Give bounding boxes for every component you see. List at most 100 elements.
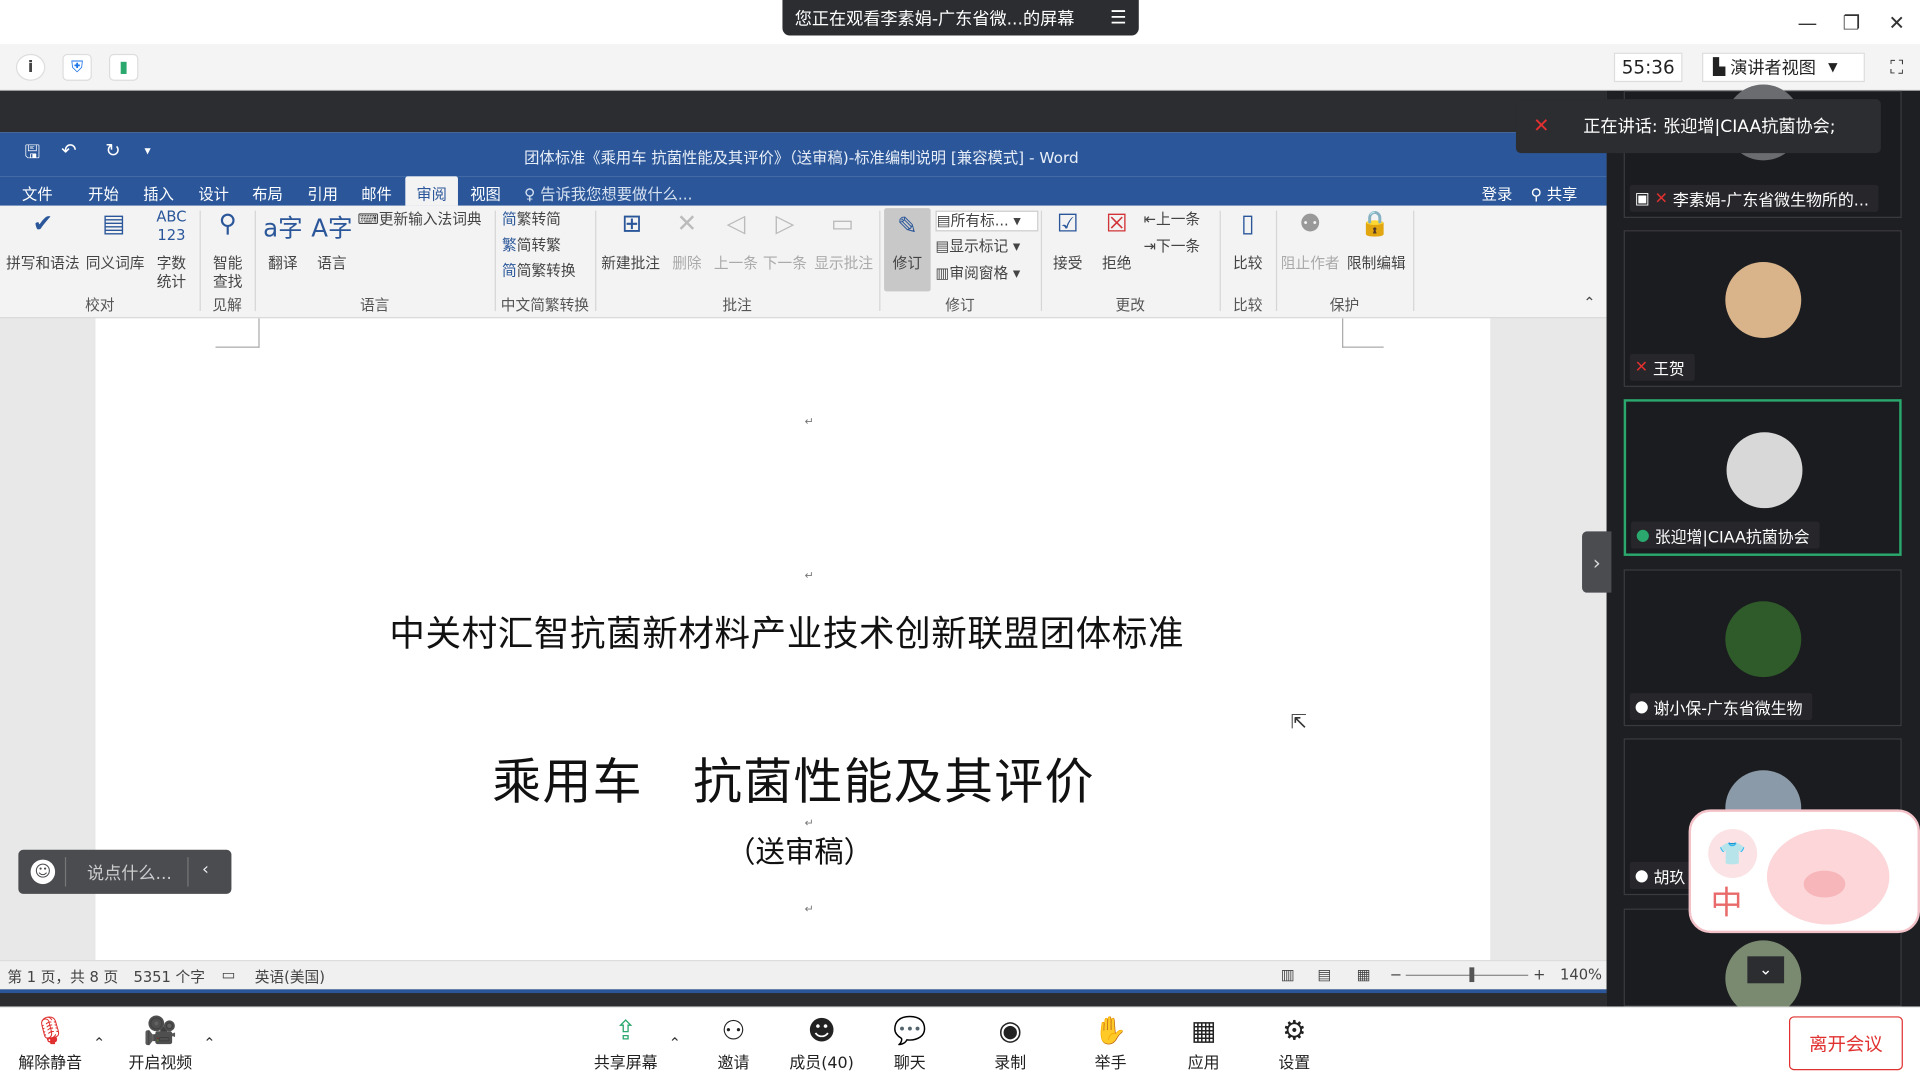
chevron-left-icon[interactable]: ‹ xyxy=(202,860,209,880)
review-pane-button[interactable]: ▥审阅窗格 ▾ xyxy=(936,264,1039,282)
share-screen-button[interactable]: ⇪ 共享屏幕 xyxy=(583,1015,669,1072)
zoom-slider[interactable] xyxy=(1405,974,1529,976)
group-changes: 更改 xyxy=(1115,296,1145,314)
panel-collapse-button[interactable]: › xyxy=(1582,531,1612,593)
menu-icon[interactable]: ☰ xyxy=(1110,6,1126,28)
prev-comment-button[interactable]: 上一条 xyxy=(710,255,761,273)
info-icon[interactable]: i xyxy=(15,53,46,81)
spelling-button[interactable]: 拼写和语法 xyxy=(2,255,83,273)
participant-nametag: ● 谢小保-广东省微生物 xyxy=(1629,693,1813,721)
redo-icon[interactable]: ↻ xyxy=(105,140,120,162)
members-button[interactable]: ☻ 成员(40) xyxy=(779,1015,865,1073)
close-icon[interactable]: ✕ xyxy=(1880,7,1914,36)
participant-tile[interactable]: ✕ 王贺 xyxy=(1623,230,1902,387)
tab-mailings[interactable]: 邮件 xyxy=(361,181,392,204)
tab-file[interactable]: 文件 xyxy=(22,181,53,204)
language-button[interactable]: 语言 xyxy=(311,255,353,273)
tell-me-search[interactable]: ♀ 告诉我您想要做什么... xyxy=(524,181,692,204)
chevron-up-icon[interactable]: ⌃ xyxy=(669,1035,681,1052)
smart-bottom: 查找 xyxy=(213,273,243,291)
video-button[interactable]: 🎥 开启视频 xyxy=(118,1015,204,1072)
participant-tile[interactable]: ● 张迎增|CIAA抗菌协会 xyxy=(1623,399,1902,556)
chevron-up-icon[interactable]: ⌃ xyxy=(203,1035,215,1052)
share-label: 共享 xyxy=(1546,184,1578,204)
restore-icon[interactable]: ❐ xyxy=(1834,7,1868,36)
group-tracking: 修订 xyxy=(945,296,975,314)
block-authors-button[interactable]: 阻止作者 xyxy=(1278,255,1342,273)
share-button[interactable]: ⚲ 共享 xyxy=(1531,181,1578,204)
tab-insert[interactable]: 插入 xyxy=(143,181,174,204)
unmute-button[interactable]: 🎙 解除静音 xyxy=(7,1015,93,1072)
collapse-ribbon-icon[interactable]: ⌃ xyxy=(1580,294,1600,312)
apps-button[interactable]: ▦ 应用 xyxy=(1161,1015,1247,1072)
new-comment-button[interactable]: 新建批注 xyxy=(598,255,664,273)
zoom-slider-thumb[interactable] xyxy=(1469,967,1475,983)
language-status[interactable]: 英语(美国) xyxy=(255,966,325,987)
tab-review[interactable]: 审阅 xyxy=(405,176,458,206)
chevron-down-icon[interactable]: ⌄ xyxy=(1747,956,1785,984)
record-button[interactable]: ◉ 录制 xyxy=(967,1015,1053,1072)
simp-to-trad-button[interactable]: 繁简转繁 xyxy=(502,236,588,254)
reject-button[interactable]: 拒绝 xyxy=(1097,255,1136,273)
login-link[interactable]: 登录 xyxy=(1482,181,1513,204)
show-comments-button[interactable]: 显示批注 xyxy=(811,255,877,273)
page-count[interactable]: 第 1 页，共 8 页 xyxy=(7,966,118,987)
settings-button[interactable]: ⚙ 设置 xyxy=(1251,1015,1337,1072)
undo-icon[interactable]: ↶ xyxy=(61,140,76,162)
prev-change-button[interactable]: ⇤上一条 xyxy=(1144,211,1217,229)
restrict-editing-button[interactable]: 限制编辑 xyxy=(1342,255,1411,273)
smart-lookup-icon: ⚲ xyxy=(218,208,237,238)
tab-design[interactable]: 设计 xyxy=(198,181,229,204)
emoji-icon[interactable]: ☺ xyxy=(30,859,56,885)
invite-button[interactable]: ⚇ 邀请 xyxy=(691,1015,777,1072)
screen-share-banner[interactable]: 您正在观看李素娟-广东省微...的屏幕 ☰ xyxy=(782,0,1139,36)
tab-view[interactable]: 视图 xyxy=(470,181,501,204)
save-icon[interactable]: 🖫 xyxy=(24,140,40,171)
track-changes-button[interactable]: ✎ 修订 xyxy=(884,208,931,292)
participant-tile[interactable]: ● 谢小保-广东省微生物 xyxy=(1623,569,1902,727)
web-layout-icon[interactable]: ▦ xyxy=(1357,966,1371,983)
convert-button[interactable]: 简简繁转换 xyxy=(502,262,600,280)
wordcount-bottom: 统计 xyxy=(156,273,187,291)
next-change-button[interactable]: ⇥下一条 xyxy=(1144,238,1217,256)
delete-comment-button[interactable]: 删除 xyxy=(666,255,708,273)
raise-hand-button[interactable]: ✋ 举手 xyxy=(1068,1015,1154,1072)
update-ime-button[interactable]: ⌨更新输入法词典 xyxy=(358,211,493,229)
chat-button[interactable]: 💬 聊天 xyxy=(867,1015,953,1072)
zoom-level[interactable]: 140% xyxy=(1560,966,1602,983)
convert-label: 简繁转换 xyxy=(516,262,576,280)
read-mode-icon[interactable]: ▥ xyxy=(1281,966,1295,983)
zoom-in-icon[interactable]: + xyxy=(1533,966,1545,983)
chevron-up-icon[interactable]: ⌃ xyxy=(93,1035,105,1052)
compare-button[interactable]: 比较 xyxy=(1227,255,1269,273)
fullscreen-icon[interactable]: ⛶ xyxy=(1882,53,1911,82)
tab-references[interactable]: 引用 xyxy=(307,181,338,204)
members-label: 成员(40) xyxy=(789,1054,854,1073)
next-comment-button[interactable]: 下一条 xyxy=(759,255,810,273)
print-layout-icon[interactable]: ▤ xyxy=(1318,966,1332,983)
zoom-out-icon[interactable]: − xyxy=(1390,966,1402,983)
trad-to-simp-button[interactable]: 简繁转简 xyxy=(502,211,588,229)
new-comment-icon: ⊞ xyxy=(621,208,643,238)
markup-select[interactable]: ▤所有标... ▾ xyxy=(935,210,1039,232)
thesaurus-button[interactable]: 同义词库 xyxy=(82,255,148,273)
divider xyxy=(64,857,67,887)
wordcount-button[interactable]: 字数 统计 xyxy=(152,255,191,292)
leave-meeting-button[interactable]: 离开会议 xyxy=(1788,1016,1903,1071)
translate-button[interactable]: 翻译 xyxy=(262,255,304,273)
chat-input[interactable]: ☺ 说点什么... ‹ xyxy=(18,849,232,894)
shield-icon[interactable]: ⛨ xyxy=(62,53,92,81)
smart-lookup-button[interactable]: 智能 查找 xyxy=(208,255,247,292)
tab-home[interactable]: 开始 xyxy=(88,181,119,204)
mic-muted-icon: 🎙 xyxy=(33,1016,68,1047)
customize-icon[interactable]: ▾ xyxy=(144,144,150,157)
signal-icon[interactable]: ▮ xyxy=(108,53,139,81)
pane-icon: ▥ xyxy=(935,264,950,282)
proofing-icon[interactable]: ▭ xyxy=(222,966,236,983)
tab-layout[interactable]: 布局 xyxy=(252,181,283,204)
minimize-icon[interactable]: — xyxy=(1790,7,1824,36)
view-mode-button[interactable]: ▙ 演讲者视图 ▼ xyxy=(1702,52,1865,83)
word-count[interactable]: 5351 个字 xyxy=(133,966,204,987)
show-markup-button[interactable]: ▤显示标记 ▾ xyxy=(936,238,1039,256)
accept-button[interactable]: 接受 xyxy=(1048,255,1087,273)
